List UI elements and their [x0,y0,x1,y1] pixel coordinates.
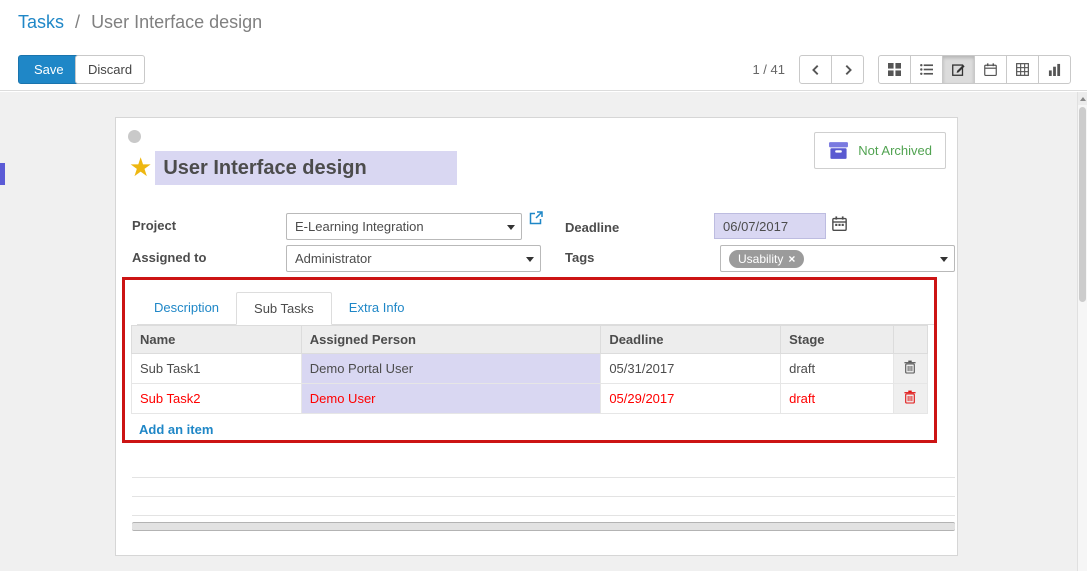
column-header-name[interactable]: Name [132,326,302,354]
breadcrumb: Tasks / User Interface design [18,12,262,33]
cell-stage[interactable]: draft [781,354,894,384]
tags-select[interactable]: Usability × [720,245,955,272]
title-row: ★ [129,151,457,185]
external-link-icon[interactable] [529,211,543,230]
notebook-tabs: Description Sub Tasks Extra Info [137,292,934,325]
subtasks-header-row: Name Assigned Person Deadline Stage [132,326,928,354]
bar-chart-icon [1048,63,1061,76]
pager-and-views: 1 / 41 [752,55,1071,84]
form-edit-icon [952,63,965,76]
assigned-to-select[interactable]: Administrator [286,245,541,272]
table-row: Sub Task2 Demo User 05/29/2017 draft [132,384,928,414]
status-circle [128,130,141,143]
annotation-red-rectangle: Description Sub Tasks Extra Info Name As… [122,277,937,443]
tags-field-label: Tags [565,250,594,265]
horizontal-scrollbar[interactable] [132,522,955,531]
view-calendar-button[interactable] [974,55,1007,84]
tag-pill: Usability × [729,250,804,268]
pager-value[interactable]: 1 / 41 [752,62,785,77]
empty-line [132,478,955,497]
breadcrumb-current-record: User Interface design [91,12,262,32]
calendar-picker-icon[interactable] [832,216,847,236]
top-bar: Tasks / User Interface design [0,0,1087,48]
delete-row-button[interactable] [893,354,927,384]
subtasks-table: Name Assigned Person Deadline Stage Sub … [131,325,928,414]
add-an-item-link[interactable]: Add an item [125,414,213,437]
left-edge-marker-purple [0,163,5,185]
project-field-label: Project [132,218,176,233]
chevron-left-icon [810,64,822,76]
breadcrumb-separator: / [75,12,80,32]
project-select[interactable]: E-Learning Integration [286,213,522,240]
view-pivot-button[interactable] [1006,55,1039,84]
control-bar: Save Discard 1 / 41 [0,48,1087,91]
breadcrumb-tasks-link[interactable]: Tasks [18,12,64,32]
column-header-stage[interactable]: Stage [781,326,894,354]
tab-description[interactable]: Description [137,292,236,324]
chevron-right-icon [842,64,854,76]
view-form-button[interactable] [942,55,975,84]
chevron-down-icon [940,257,948,262]
cell-assigned-person[interactable]: Demo Portal User [301,354,601,384]
archive-state-label: Not Archived [858,143,932,158]
empty-line [132,459,955,478]
column-header-assigned-person[interactable]: Assigned Person [301,326,601,354]
scroll-up-arrow-icon [1080,97,1086,101]
column-header-deadline[interactable]: Deadline [601,326,781,354]
app-window: Tasks / User Interface design Save Disca… [0,0,1087,571]
pager-nav-group [799,55,864,84]
chevron-down-icon [526,257,534,262]
empty-list-lines [132,459,955,516]
content-area: ★ Not Archived Project E-Learning Integr… [0,92,1077,571]
view-kanban-button[interactable] [878,55,911,84]
archive-box-icon [828,140,849,161]
empty-line [132,497,955,516]
task-form-sheet: ★ Not Archived Project E-Learning Integr… [115,117,958,556]
cell-stage[interactable]: draft [781,384,894,414]
trash-icon [904,360,916,374]
task-title-input[interactable] [155,151,457,185]
table-row: Sub Task1 Demo Portal User 05/31/2017 dr… [132,354,928,384]
list-icon [920,63,933,76]
deadline-date-input[interactable] [714,213,826,239]
view-graph-button[interactable] [1038,55,1071,84]
save-button[interactable]: Save [18,55,80,84]
priority-star-icon[interactable]: ★ [129,155,152,181]
chevron-down-icon [507,225,515,230]
cell-deadline[interactable]: 05/29/2017 [601,384,781,414]
tag-pill-label: Usability [738,252,783,266]
calendar-icon [984,63,997,76]
tab-extra-info[interactable]: Extra Info [332,292,422,324]
view-list-button[interactable] [910,55,943,84]
trash-icon [904,390,916,404]
discard-button[interactable]: Discard [75,55,145,84]
cell-assigned-person[interactable]: Demo User [301,384,601,414]
cell-name[interactable]: Sub Task1 [132,354,302,384]
pager-next-button[interactable] [831,55,864,84]
tab-sub-tasks[interactable]: Sub Tasks [236,292,332,325]
project-select-value: E-Learning Integration [295,219,424,234]
pager-previous-button[interactable] [799,55,832,84]
assigned-to-field-label: Assigned to [132,250,206,265]
scroll-up-button[interactable] [1078,92,1087,105]
delete-row-button[interactable] [893,384,927,414]
column-header-actions [893,326,927,354]
deadline-field-label: Deadline [565,220,619,235]
cell-deadline[interactable]: 05/31/2017 [601,354,781,384]
view-switcher [878,55,1071,84]
kanban-icon [888,63,901,76]
pivot-table-icon [1016,63,1029,76]
tag-remove-icon[interactable]: × [788,252,795,266]
archive-toggle-button[interactable]: Not Archived [814,132,946,169]
scrollbar-thumb[interactable] [1079,107,1086,302]
assigned-to-select-value: Administrator [295,251,372,266]
cell-name[interactable]: Sub Task2 [132,384,302,414]
vertical-scrollbar[interactable] [1077,92,1087,571]
